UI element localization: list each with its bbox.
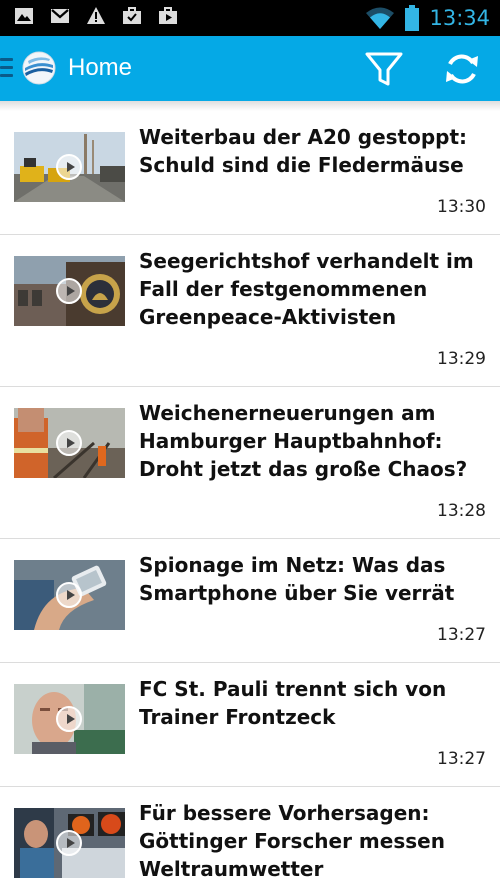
play-icon [56, 278, 82, 304]
video-thumbnail-road-construction[interactable] [14, 132, 125, 202]
article-time: 13:27 [437, 749, 486, 769]
list-item[interactable]: FC St. Pauli trennt sich von Trainer Fro… [0, 663, 500, 787]
list-item[interactable]: Weiterbau der A20 gestoppt: Schuld sind … [0, 111, 500, 235]
video-thumbnail-railway-workers[interactable] [14, 408, 125, 478]
system-icons: 13:34 [365, 4, 490, 32]
play-icon [56, 154, 82, 180]
list-item[interactable]: Weichenerneuerungen am Hamburger Hauptba… [0, 387, 500, 539]
gmail-icon [51, 9, 69, 23]
image-icon [15, 8, 33, 24]
article-headline[interactable]: Spionage im Netz: Was das Smartphone übe… [139, 551, 489, 607]
play-icon [56, 706, 82, 732]
shopping-bag-icon [159, 7, 177, 24]
article-time: 13:27 [437, 625, 486, 645]
briefcase-icon [123, 7, 141, 24]
drawer-indicator-icon[interactable] [0, 58, 13, 78]
video-thumbnail-researchers-monitors[interactable] [14, 808, 125, 878]
article-time: 13:30 [437, 197, 486, 217]
play-icon [56, 582, 82, 608]
play-icon [56, 830, 82, 856]
article-headline[interactable]: Weiterbau der A20 gestoppt: Schuld sind … [139, 123, 489, 179]
article-headline[interactable]: Weichenerneuerungen am Hamburger Hauptba… [139, 399, 489, 483]
filter-icon [365, 52, 403, 86]
list-item[interactable]: Für bessere Vorhersagen: Göttinger Forsc… [0, 787, 500, 889]
article-time: 13:29 [437, 349, 486, 369]
filter-button[interactable] [362, 48, 406, 90]
play-icon [56, 430, 82, 456]
article-headline[interactable]: Für bessere Vorhersagen: Göttinger Forsc… [139, 799, 489, 883]
video-thumbnail-coach-portrait[interactable] [14, 684, 125, 754]
article-time: 13:28 [437, 501, 486, 521]
warning-icon [87, 7, 105, 24]
refresh-icon [446, 54, 478, 84]
video-thumbnail-smartphone-hand[interactable] [14, 560, 125, 630]
action-bar-shadow [0, 101, 500, 111]
action-bar: Home [0, 36, 500, 101]
video-thumbnail-court-emblem[interactable] [14, 256, 125, 326]
page-title: Home [68, 54, 133, 81]
list-item[interactable]: Seegerichtshof verhandelt im Fall der fe… [0, 235, 500, 387]
clock: 13:34 [429, 6, 490, 30]
battery-icon [405, 5, 420, 31]
notification-icons [14, 6, 178, 26]
list-item[interactable]: Spionage im Netz: Was das Smartphone übe… [0, 539, 500, 663]
sat1-logo-icon[interactable] [22, 51, 56, 85]
article-headline[interactable]: Seegerichtshof verhandelt im Fall der fe… [139, 247, 489, 331]
status-bar: 13:34 [0, 0, 500, 36]
refresh-button[interactable] [440, 48, 484, 90]
news-list[interactable]: Weiterbau der A20 gestoppt: Schuld sind … [0, 111, 500, 889]
wifi-icon [366, 7, 395, 29]
article-headline[interactable]: FC St. Pauli trennt sich von Trainer Fro… [139, 675, 489, 731]
